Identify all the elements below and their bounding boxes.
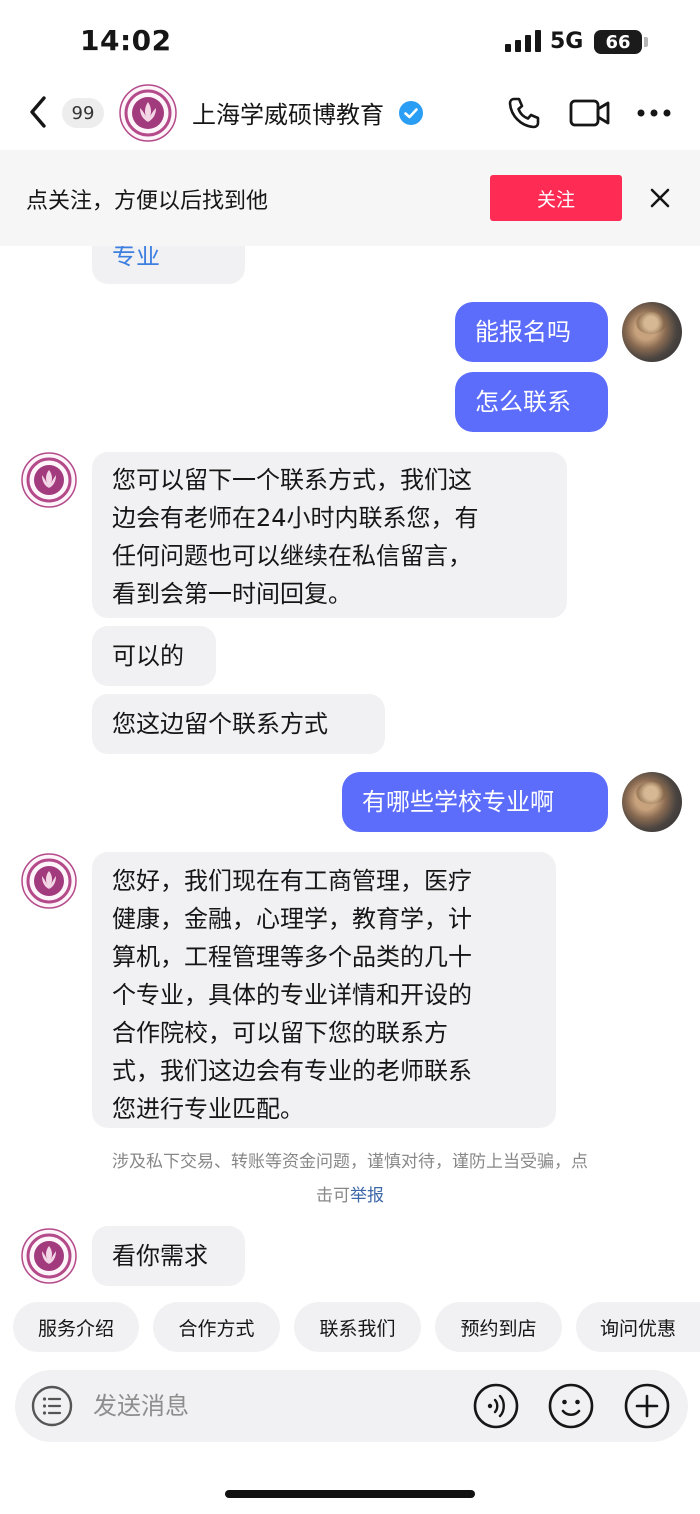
chat-title[interactable]: 上海学威硕博教育 <box>192 95 384 130</box>
network-type: 5G <box>550 29 584 54</box>
user-avatar[interactable] <box>622 772 682 832</box>
close-icon[interactable] <box>648 186 672 210</box>
message-line: 您进行专业匹配。 <box>112 1095 304 1123</box>
user-avatar[interactable] <box>622 302 682 362</box>
follow-button[interactable]: 关注 <box>490 175 622 221</box>
menu-list-icon[interactable] <box>31 1385 73 1427</box>
message-text: 看你需求 <box>112 1242 208 1270</box>
message-text: 可以的 <box>112 642 184 670</box>
message-text: 专业 <box>112 246 160 270</box>
follow-prompt-bar: 点关注，方便以后找到他 关注 <box>0 150 700 246</box>
battery-cap <box>644 37 648 47</box>
message-line: 任何问题也可以继续在私信留言， <box>112 542 472 570</box>
warning-line: 击可举报 <box>40 1179 660 1213</box>
quick-reply-chip[interactable]: 服务介绍 <box>13 1302 139 1352</box>
warning-line: 涉及私下交易、转账等资金问题，谨慎对待，谨防上当受骗，点 <box>112 1152 588 1172</box>
message-text: 能报名吗 <box>475 318 571 346</box>
chat-header: 99 上海学威硕博教育 <box>0 82 700 148</box>
home-indicator[interactable] <box>225 1490 475 1498</box>
video-call-icon[interactable] <box>569 96 611 130</box>
quick-reply-chip[interactable]: 合作方式 <box>153 1302 280 1352</box>
report-link[interactable]: 举报 <box>350 1186 384 1206</box>
emoji-icon[interactable] <box>548 1383 594 1429</box>
message-bubble-incoming[interactable]: 可以的 <box>92 626 216 686</box>
quick-reply-chip[interactable]: 预约到店 <box>435 1302 562 1352</box>
message-bubble-outgoing[interactable]: 怎么联系 <box>455 372 608 432</box>
message-line: 边会有老师在24小时内联系您，有 <box>112 504 479 532</box>
message-input[interactable] <box>91 1388 451 1424</box>
message-line: 您可以留下一个联系方式，我们这 <box>112 466 472 494</box>
message-line: 式，我们这边会有专业的老师联系 <box>112 1057 472 1085</box>
message-line: 个专业，具体的专业详情和开设的 <box>112 981 472 1009</box>
plus-icon[interactable] <box>624 1383 670 1429</box>
message-bubble-outgoing[interactable]: 能报名吗 <box>455 302 608 362</box>
quick-reply-chip[interactable]: 联系我们 <box>294 1302 421 1352</box>
message-text: 有哪些学校专业啊 <box>362 788 554 816</box>
message-bubble-incoming[interactable]: 您这边留个联系方式 <box>92 694 385 754</box>
message-bubble-incoming[interactable]: 专业 <box>92 246 245 284</box>
org-logo-avatar[interactable] <box>21 1228 77 1284</box>
message-line: 合作院校，可以留下您的联系方 <box>112 1019 448 1047</box>
message-line: 算机，工程管理等多个品类的几十 <box>112 943 472 971</box>
org-logo-avatar[interactable] <box>21 853 77 909</box>
message-line: 您好，我们现在有工商管理，医疗 <box>112 867 472 895</box>
status-bar: 14:02 5G 66 <box>0 0 700 82</box>
battery-icon: 66 <box>594 30 642 54</box>
voice-input-icon[interactable] <box>473 1383 519 1429</box>
message-bubble-incoming[interactable]: 看你需求 <box>92 1226 245 1286</box>
message-input-bar <box>15 1370 688 1442</box>
warning-text: 击可 <box>316 1186 350 1206</box>
status-time: 14:02 <box>80 24 172 57</box>
unread-count-badge[interactable]: 99 <box>62 98 104 128</box>
message-line: 健康，金融，心理学，教育学，计 <box>112 905 472 933</box>
message-line: 看到会第一时间回复。 <box>112 580 352 608</box>
verified-icon <box>399 101 423 125</box>
message-text: 您这边留个联系方式 <box>112 710 328 738</box>
follow-prompt-text: 点关注，方便以后找到他 <box>26 189 269 214</box>
safety-warning: 涉及私下交易、转账等资金问题，谨慎对待，谨防上当受骗，点 击可举报 <box>40 1145 660 1213</box>
back-arrow-icon[interactable] <box>24 92 54 132</box>
signal-strength-icon <box>505 30 541 52</box>
org-logo-avatar[interactable] <box>21 452 77 508</box>
battery-level: 66 <box>605 31 631 53</box>
message-bubble-incoming[interactable]: 您可以留下一个联系方式，我们这 边会有老师在24小时内联系您，有 任何问题也可以… <box>92 452 567 618</box>
org-logo-avatar[interactable] <box>119 84 177 142</box>
phone-call-icon[interactable] <box>506 95 542 131</box>
more-options-icon[interactable] <box>636 108 672 118</box>
message-bubble-incoming[interactable]: 您好，我们现在有工商管理，医疗 健康，金融，心理学，教育学，计 算机，工程管理等… <box>92 852 556 1128</box>
quick-reply-chip[interactable]: 询问优惠 <box>576 1302 700 1352</box>
message-bubble-outgoing[interactable]: 有哪些学校专业啊 <box>342 772 608 832</box>
message-text: 怎么联系 <box>475 388 571 416</box>
quick-reply-bar: 服务介绍 合作方式 联系我们 预约到店 询问优惠 <box>13 1302 700 1352</box>
